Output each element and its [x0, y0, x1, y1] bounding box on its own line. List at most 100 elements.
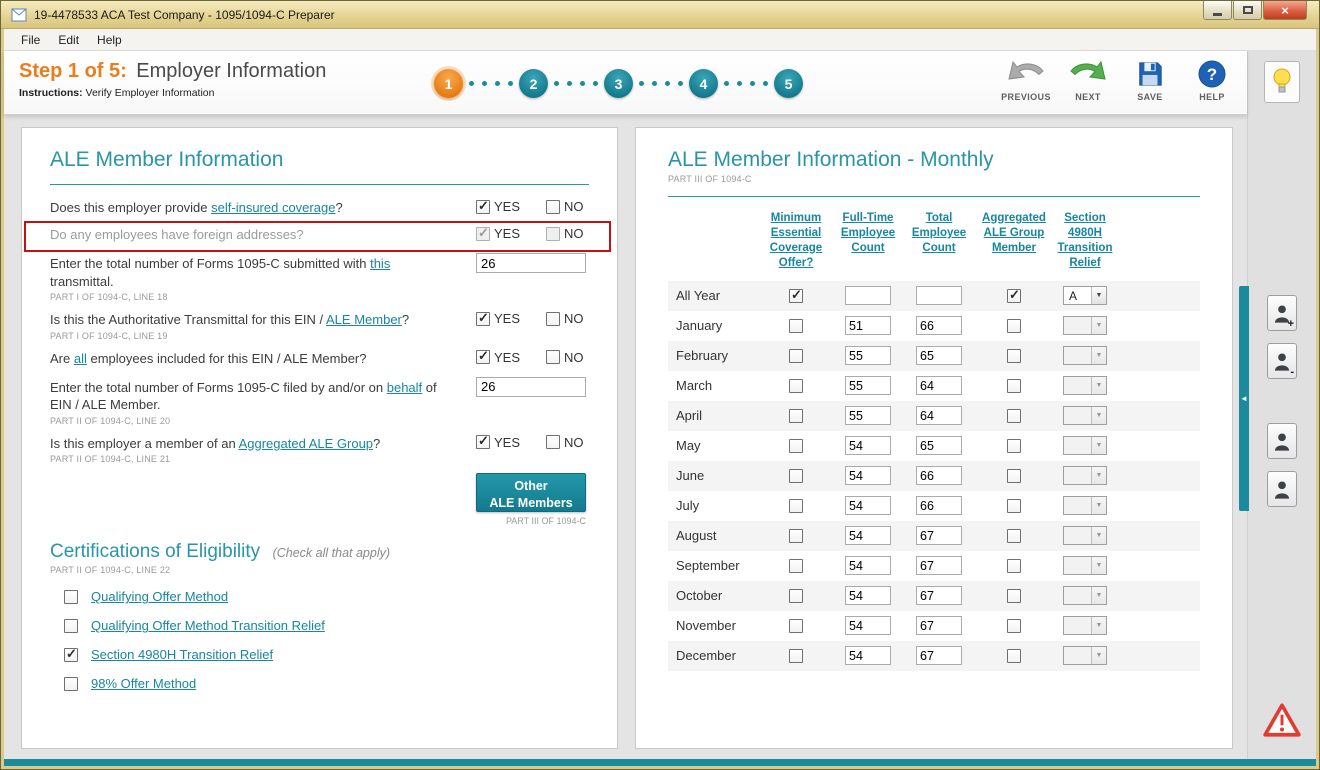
- authoritative-yes-checkbox[interactable]: [476, 312, 490, 326]
- mec-offer-checkbox[interactable]: [789, 319, 803, 333]
- tips-button[interactable]: [1264, 61, 1300, 103]
- help-button[interactable]: ? HELP: [1185, 57, 1239, 102]
- employee-view-button[interactable]: [1267, 471, 1297, 507]
- validation-warning-button[interactable]: [1262, 702, 1302, 743]
- aggregated-group-checkbox[interactable]: [1007, 319, 1021, 333]
- mec-offer-checkbox[interactable]: [789, 499, 803, 513]
- full-time-count-input[interactable]: [845, 286, 891, 305]
- authoritative-no-checkbox[interactable]: [546, 312, 560, 326]
- ale-member-link[interactable]: ALE Member: [326, 312, 402, 327]
- mec-offer-checkbox[interactable]: [789, 409, 803, 423]
- mec-offer-checkbox[interactable]: [789, 439, 803, 453]
- employee-edit-button[interactable]: [1267, 423, 1297, 459]
- step-circle-5[interactable]: 5: [774, 69, 803, 98]
- certification-checkbox[interactable]: [64, 648, 78, 662]
- step-circle-3[interactable]: 3: [604, 69, 633, 98]
- full-time-count-input[interactable]: [845, 346, 891, 365]
- total-count-column-link[interactable]: Total Employee Count: [904, 211, 974, 256]
- full-time-count-input[interactable]: [845, 646, 891, 665]
- certification-link[interactable]: Qualifying Offer Method Transition Relie…: [91, 618, 325, 633]
- full-time-count-input[interactable]: [845, 496, 891, 515]
- aggregated-group-checkbox[interactable]: [1007, 439, 1021, 453]
- behalf-link[interactable]: behalf: [387, 380, 422, 395]
- total-count-input[interactable]: [916, 376, 962, 395]
- this-transmittal-link[interactable]: this: [370, 256, 390, 271]
- total-count-input[interactable]: [916, 346, 962, 365]
- certification-link[interactable]: 98% Offer Method: [91, 676, 196, 691]
- certification-checkbox[interactable]: [64, 677, 78, 691]
- aggregated-group-column-link[interactable]: Aggregated ALE Group Member: [976, 211, 1052, 256]
- transition-relief-column-link[interactable]: Section 4980H Transition Relief: [1054, 211, 1116, 271]
- other-ale-members-button[interactable]: Other ALE Members: [476, 473, 586, 512]
- mec-offer-checkbox[interactable]: [789, 289, 803, 303]
- mec-offer-checkbox[interactable]: [789, 649, 803, 663]
- mec-offer-checkbox[interactable]: [789, 469, 803, 483]
- maximize-button[interactable]: [1233, 1, 1262, 20]
- full-time-count-input[interactable]: [845, 616, 891, 635]
- total-count-input[interactable]: [916, 526, 962, 545]
- total-count-input[interactable]: [916, 616, 962, 635]
- aggregated-ale-group-link[interactable]: Aggregated ALE Group: [239, 436, 373, 451]
- total-count-input[interactable]: [916, 316, 962, 335]
- certification-link[interactable]: Qualifying Offer Method: [91, 589, 228, 604]
- certification-checkbox[interactable]: [64, 619, 78, 633]
- aggregated-group-checkbox[interactable]: [1007, 649, 1021, 663]
- mec-offer-checkbox[interactable]: [789, 349, 803, 363]
- aggregated-group-no-checkbox[interactable]: [546, 435, 560, 449]
- mec-offer-checkbox[interactable]: [789, 529, 803, 543]
- aggregated-group-checkbox[interactable]: [1007, 589, 1021, 603]
- employee-add-button[interactable]: +: [1267, 295, 1297, 331]
- full-time-count-input[interactable]: [845, 556, 891, 575]
- aggregated-group-checkbox[interactable]: [1007, 349, 1021, 363]
- full-time-count-input[interactable]: [845, 376, 891, 395]
- mec-offer-checkbox[interactable]: [789, 589, 803, 603]
- transition-relief-select[interactable]: A▼: [1063, 286, 1107, 305]
- aggregated-group-checkbox[interactable]: [1007, 619, 1021, 633]
- aggregated-group-yes-checkbox[interactable]: [476, 435, 490, 449]
- full-time-count-input[interactable]: [845, 316, 891, 335]
- total-count-input[interactable]: [916, 436, 962, 455]
- self-insured-yes-checkbox[interactable]: [476, 200, 490, 214]
- minimize-button[interactable]: [1203, 1, 1232, 20]
- previous-button[interactable]: PREVIOUS: [999, 57, 1053, 102]
- aggregated-group-checkbox[interactable]: [1007, 529, 1021, 543]
- aggregated-group-checkbox[interactable]: [1007, 559, 1021, 573]
- aggregated-group-checkbox[interactable]: [1007, 499, 1021, 513]
- menu-help[interactable]: Help: [88, 31, 131, 49]
- self-insured-no-checkbox[interactable]: [546, 200, 560, 214]
- mec-offer-checkbox[interactable]: [789, 559, 803, 573]
- mec-offer-checkbox[interactable]: [789, 379, 803, 393]
- step-circle-4[interactable]: 4: [689, 69, 718, 98]
- menu-edit[interactable]: Edit: [49, 31, 88, 49]
- step-circle-2[interactable]: 2: [519, 69, 548, 98]
- forms-submitted-input[interactable]: [476, 253, 586, 273]
- full-time-count-input[interactable]: [845, 466, 891, 485]
- certification-checkbox[interactable]: [64, 590, 78, 604]
- total-count-input[interactable]: [916, 286, 962, 305]
- all-employees-yes-checkbox[interactable]: [476, 350, 490, 364]
- close-button[interactable]: ×: [1263, 1, 1307, 20]
- all-employees-no-checkbox[interactable]: [546, 350, 560, 364]
- certification-link[interactable]: Section 4980H Transition Relief: [91, 647, 273, 662]
- self-insured-coverage-link[interactable]: self-insured coverage: [211, 200, 335, 215]
- total-count-input[interactable]: [916, 496, 962, 515]
- full-time-count-column-link[interactable]: Full-Time Employee Count: [834, 211, 902, 256]
- full-time-count-input[interactable]: [845, 406, 891, 425]
- aggregated-group-checkbox[interactable]: [1007, 289, 1021, 303]
- total-count-input[interactable]: [916, 646, 962, 665]
- aggregated-group-checkbox[interactable]: [1007, 469, 1021, 483]
- full-time-count-input[interactable]: [845, 526, 891, 545]
- mec-offer-checkbox[interactable]: [789, 619, 803, 633]
- mec-offer-column-link[interactable]: Minimum Essential Coverage Offer?: [760, 211, 832, 271]
- full-time-count-input[interactable]: [845, 586, 891, 605]
- aggregated-group-checkbox[interactable]: [1007, 379, 1021, 393]
- collapse-panel-strip[interactable]: ◄: [1239, 286, 1249, 511]
- all-employees-link[interactable]: all: [74, 351, 87, 366]
- full-time-count-input[interactable]: [845, 436, 891, 455]
- aggregated-group-checkbox[interactable]: [1007, 409, 1021, 423]
- step-circle-1[interactable]: 1: [434, 69, 463, 98]
- next-button[interactable]: NEXT: [1061, 57, 1115, 102]
- total-count-input[interactable]: [916, 466, 962, 485]
- total-count-input[interactable]: [916, 586, 962, 605]
- save-button[interactable]: SAVE: [1123, 57, 1177, 102]
